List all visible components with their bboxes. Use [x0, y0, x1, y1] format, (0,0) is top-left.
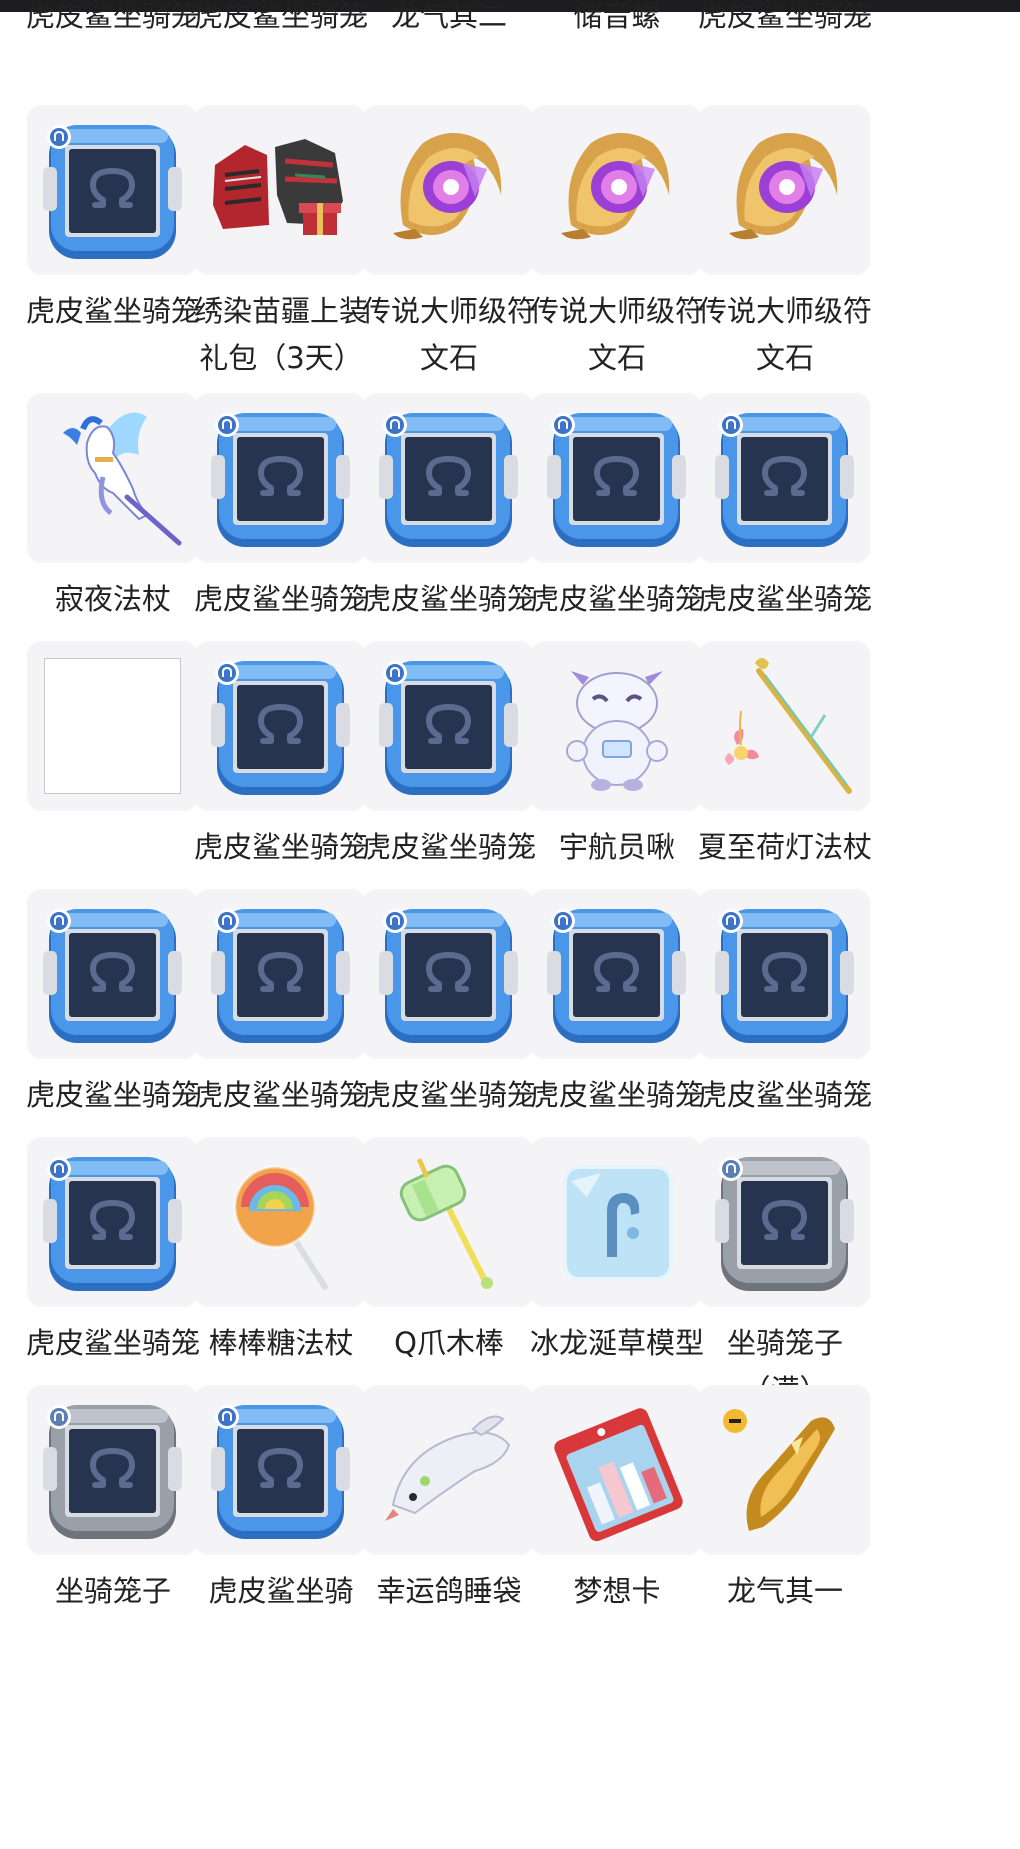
mount-cage-blue-icon [715, 413, 854, 547]
item-card[interactable]: 传说大师级符文石 [672, 105, 872, 385]
item-card[interactable]: 虎皮鲨坐骑笼 [672, 889, 872, 1169]
item-label: 传说大师级符文石 [697, 294, 872, 375]
blank-image-placeholder [44, 658, 181, 794]
item-label: 虎皮鲨坐骑笼 [193, 0, 368, 33]
item-label: 龙气其二 [390, 0, 507, 33]
item-thumbnail[interactable] [699, 1385, 870, 1555]
mount-cage-gray-icon [715, 1157, 854, 1291]
lotus-lamp-staff-icon [725, 658, 852, 794]
item-card[interactable]: 坐骑笼子（满） [672, 1137, 870, 1417]
item-grid: 虎皮鲨坐骑笼 虎皮鲨坐骑笼 龙气其二 储音螺 虎皮鲨坐骑笼 虎皮鲨坐骑笼 绣染苗疆上装礼… [0, 0, 1020, 1849]
rune-stone-icon [729, 133, 838, 240]
item-card[interactable]: 虎皮鲨坐骑笼 [672, 393, 872, 673]
item-thumbnail[interactable] [699, 641, 870, 811]
item-label: 虎皮鲨坐骑笼 [697, 1078, 872, 1112]
item-thumbnail[interactable] [699, 1137, 870, 1307]
item-label: 储音螺 [573, 0, 661, 33]
item-label: 龙气其一 [726, 1574, 843, 1608]
item-label: 虎皮鲨坐骑笼 [697, 0, 872, 33]
item-card[interactable]: 龙气其一 [672, 1385, 870, 1665]
item-label: 虎皮鲨坐骑笼 [25, 0, 200, 33]
item-label: 虎皮鲨坐骑笼 [697, 582, 872, 616]
item-thumbnail[interactable] [699, 393, 870, 563]
item-thumbnail[interactable] [699, 889, 870, 1059]
dragon-qi-crystal-icon [723, 1409, 835, 1531]
item-card[interactable]: 夏至荷灯法杖 [672, 641, 872, 921]
mount-cage-blue-icon [715, 909, 854, 1043]
item-label: 夏至荷灯法杖 [697, 830, 872, 864]
item-thumbnail[interactable] [699, 105, 870, 275]
